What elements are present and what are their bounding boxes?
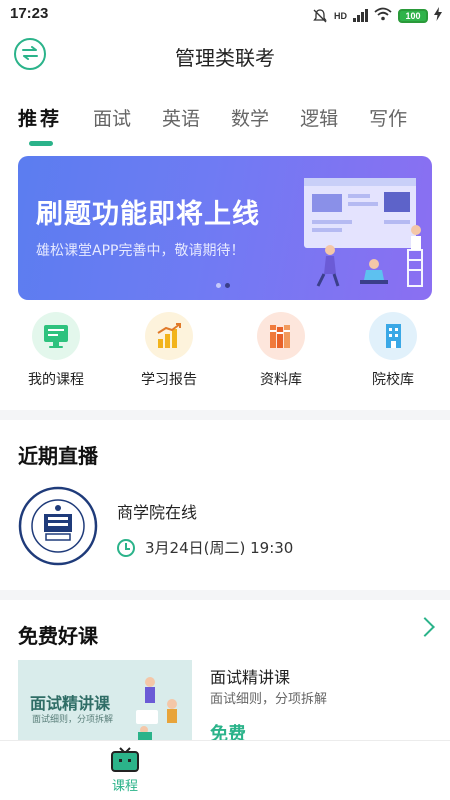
books-icon [257,312,305,360]
app-header: 管理类联考 [0,28,450,82]
tab-writing[interactable]: 写作 [369,104,407,144]
tab-logic[interactable]: 逻辑 [300,104,338,144]
bar-chart-icon [145,312,193,360]
battery-indicator: 100 [398,8,428,23]
resource-library-label: 资料库 [260,372,302,388]
wifi-icon [374,6,392,25]
college-library-label: 院校库 [372,372,414,388]
active-tab-indicator [29,141,53,146]
tv-icon [110,747,140,773]
page-title: 管理类联考 [175,46,275,70]
cover-subtitle: 面试细则，分项拆解 [32,715,114,725]
network-type-label: HD [334,10,347,21]
course-title: 面试精讲课 [210,668,291,687]
resource-library-entry[interactable]: 资料库 [236,312,326,389]
course-description: 面试细则，分项拆解 [210,692,328,707]
status-time: 17:23 [10,5,49,22]
tab-interview[interactable]: 面试 [93,104,131,144]
status-icons: HD 100 [312,6,442,25]
banner-illustration [304,178,423,287]
building-icon [369,312,417,360]
tab-recommend[interactable]: 推荐 [18,104,62,144]
promo-banner[interactable]: 刷题功能即将上线 雄松课堂APP完善中，敬请期待！ [18,156,432,300]
banner-pagination [216,283,230,288]
pagination-dot-active [225,283,230,288]
free-section-title: 免费好课 [18,624,98,648]
my-courses-label: 我的课程 [28,372,84,388]
banner-title: 刷题功能即将上线 [36,199,260,230]
live-course-name: 商学院在线 [117,503,198,522]
live-time: 3月24日(周二) 19:30 [145,539,294,557]
quick-entries: 我的课程 学习报告 资料库 院校库 [0,312,450,392]
cover-illustration [136,677,177,740]
section-divider [0,410,450,420]
pagination-dot [216,283,221,288]
college-library-entry[interactable]: 院校库 [348,312,438,389]
my-courses-entry[interactable]: 我的课程 [11,312,101,389]
nav-item-courses[interactable]: 课程 [100,747,150,794]
tab-english[interactable]: 英语 [162,104,200,144]
tab-math[interactable]: 数学 [231,104,269,144]
course-cover: 面试精讲课 面试细则，分项拆解 [18,660,192,740]
charging-icon [434,6,442,25]
mute-bell-icon [312,8,328,24]
live-section-title: 近期直播 [18,444,98,468]
live-time-row: 3月24日(周二) 19:30 [117,537,293,558]
subject-tabs: 推荐 面试 英语 数学 逻辑 写作 [18,104,438,144]
study-report-label: 学习报告 [141,372,197,388]
banner-subtitle: 雄松课堂APP完善中，敬请期待！ [36,243,245,259]
cover-title: 面试精讲课 [30,694,111,713]
chevron-right-icon[interactable] [415,617,435,637]
study-report-entry[interactable]: 学习报告 [124,312,214,389]
monitor-icon [32,312,80,360]
bottom-navigation: 课程 [0,740,450,800]
university-seal-logo [18,486,98,566]
section-divider [0,590,450,600]
signal-icon [353,9,368,22]
status-bar: 17:23 HD 100 [0,0,450,28]
clock-icon [117,538,135,557]
nav-label-courses: 课程 [111,779,138,794]
